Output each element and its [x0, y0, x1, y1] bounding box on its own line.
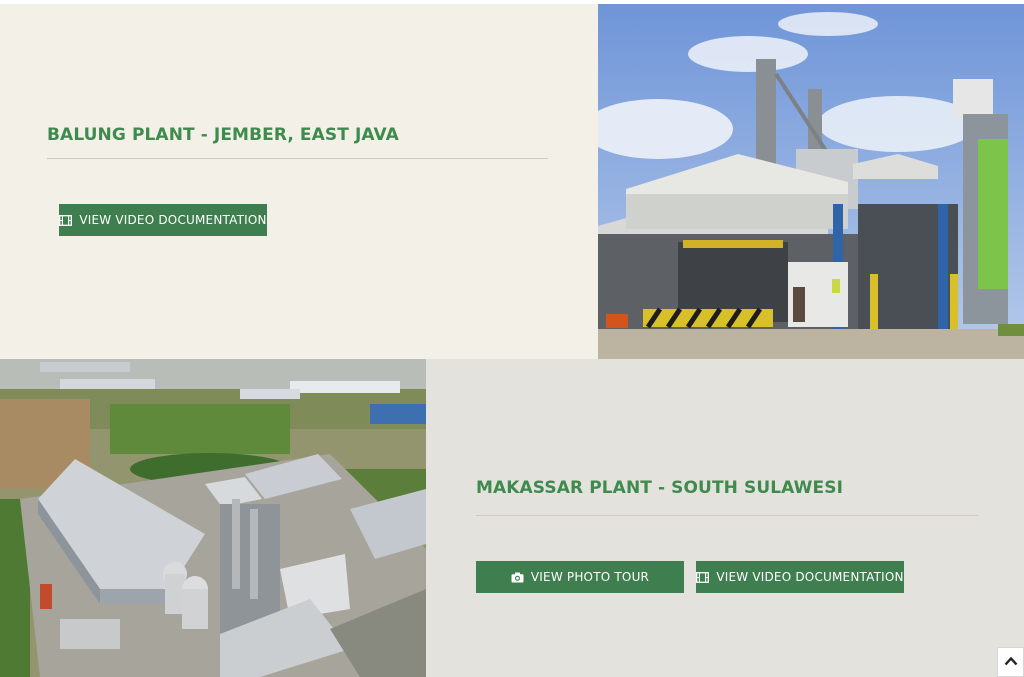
- makassar-plant-title: MAKASSAR PLANT - SOUTH SULAWESI: [476, 478, 844, 498]
- title-divider: [47, 158, 548, 159]
- balung-plant-panel: BALUNG PLANT - JEMBER, EAST JAVA VIEW VI…: [0, 4, 598, 359]
- makassar-photo-tour-button[interactable]: VIEW PHOTO TOUR: [476, 561, 684, 593]
- film-icon: [59, 214, 73, 226]
- scroll-to-top-button[interactable]: [997, 647, 1024, 677]
- balung-video-button[interactable]: VIEW VIDEO DOCUMENTATION: [59, 204, 267, 236]
- camera-icon: [511, 572, 524, 583]
- film-icon: [696, 571, 710, 583]
- button-label: VIEW VIDEO DOCUMENTATION: [716, 570, 904, 584]
- makassar-video-button[interactable]: VIEW VIDEO DOCUMENTATION: [696, 561, 904, 593]
- button-label: VIEW VIDEO DOCUMENTATION: [79, 213, 267, 227]
- button-label: VIEW PHOTO TOUR: [530, 570, 650, 584]
- makassar-plant-photo: [0, 359, 426, 677]
- chevron-up-icon: [1004, 653, 1018, 671]
- makassar-plant-panel: MAKASSAR PLANT - SOUTH SULAWESI VIEW PHO…: [426, 359, 1024, 677]
- title-divider: [476, 515, 978, 516]
- balung-plant-title: BALUNG PLANT - JEMBER, EAST JAVA: [47, 125, 399, 145]
- balung-plant-photo: [598, 4, 1024, 359]
